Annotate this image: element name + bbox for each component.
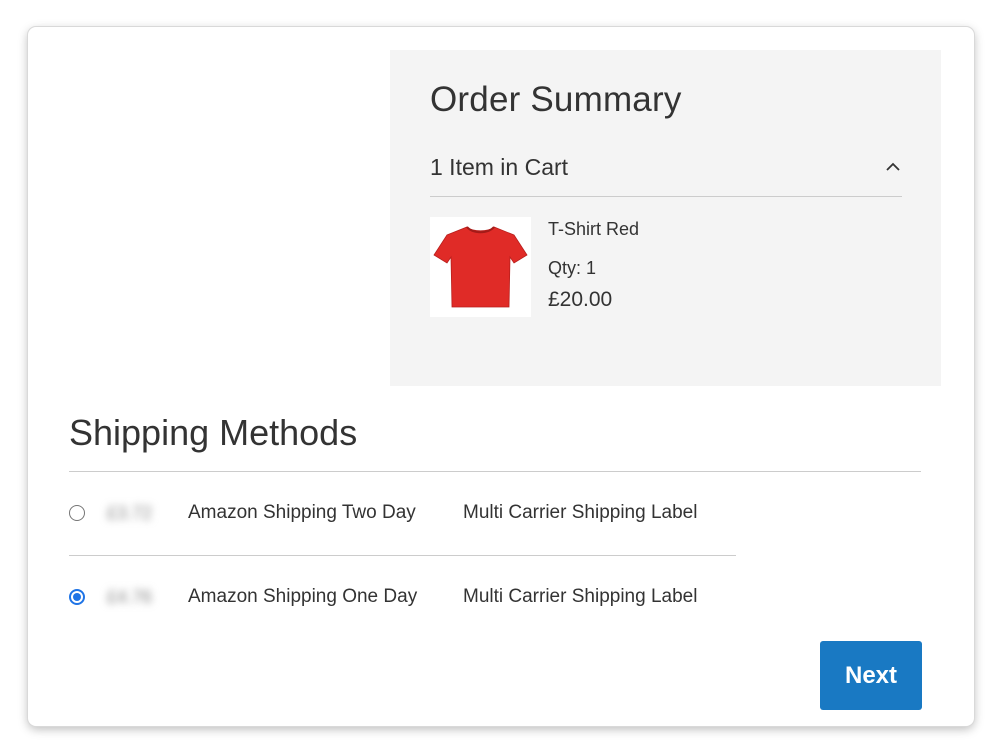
product-price: £20.00 xyxy=(548,288,613,311)
shipping-methods-title: Shipping Methods xyxy=(69,412,358,453)
shipping-method-row[interactable]: £4.76 Amazon Shipping One Day Multi Carr… xyxy=(69,577,749,617)
shipping-method-name: Amazon Shipping Two Day xyxy=(188,502,416,523)
shipping-method-radio[interactable] xyxy=(69,589,85,605)
shipping-method-name: Amazon Shipping One Day xyxy=(188,586,418,607)
product-qty: Qty: 1 xyxy=(548,258,597,278)
shipping-method-row[interactable]: £3.72 Amazon Shipping Two Day Multi Carr… xyxy=(69,493,749,533)
next-button[interactable]: Next xyxy=(820,641,922,710)
shipping-method-radio[interactable] xyxy=(69,505,85,521)
cart-items-toggle[interactable]: 1 Item in Cart xyxy=(430,150,902,197)
cart-count-label: 1 Item in Cart xyxy=(430,154,569,180)
shipping-price: £3.72 xyxy=(107,503,153,523)
shipping-price: £4.76 xyxy=(107,587,153,607)
order-summary-panel: Order Summary 1 Item in Cart T-Shirt Red… xyxy=(390,50,941,386)
shipping-carrier-name: Multi Carrier Shipping Label xyxy=(463,586,698,607)
checkout-card: Order Summary 1 Item in Cart T-Shirt Red… xyxy=(28,27,974,726)
divider xyxy=(69,471,921,472)
divider xyxy=(69,555,736,556)
chevron-up-icon xyxy=(886,162,900,171)
product-image xyxy=(430,217,531,317)
product-name: T-Shirt Red xyxy=(548,219,640,239)
red-tshirt-image xyxy=(433,226,528,308)
shipping-carrier-name: Multi Carrier Shipping Label xyxy=(463,502,698,523)
order-summary-title: Order Summary xyxy=(430,80,682,119)
